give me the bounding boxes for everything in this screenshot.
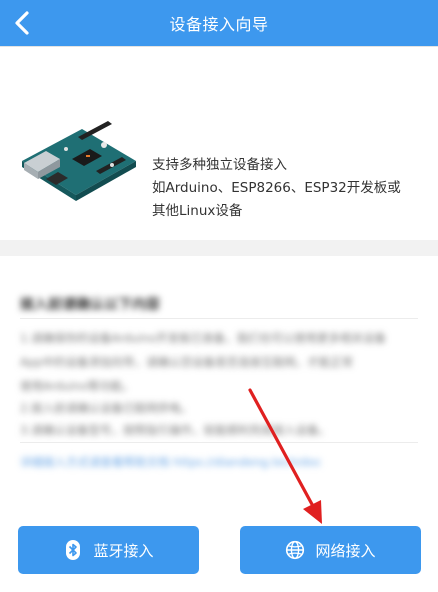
device-desc-line: 如Arduino、ESP8266、ESP32开发板或 [152,180,401,196]
chevron-left-icon [15,11,29,35]
info-line: 3.请确认设备型号，按照指引操作，就能顺利完成接入设备。 [20,423,330,437]
info-separator [20,318,418,319]
device-desc-line: 支持多种独立设备接入 [152,157,287,173]
bluetooth-connect-button[interactable]: 蓝牙接入 [18,526,199,574]
device-desc-line: 其他Linux设备 [152,203,243,219]
network-connect-button[interactable]: 网络接入 [240,526,421,574]
back-button[interactable] [6,6,40,40]
blurred-info-section: 接入前请确认以下内容 1.请确保你的设备Arduino开发板已准备，我们也可以使… [0,256,438,482]
network-button-label: 网络接入 [315,541,376,560]
device-description: 支持多种独立设备接入 如Arduino、ESP8266、ESP32开发板或 其他… [152,154,422,223]
info-line: 使用Arduino等功能。 [20,379,134,393]
globe-icon [285,540,305,560]
arduino-board-icon [22,121,136,201]
bluetooth-button-label: 蓝牙接入 [93,541,154,560]
blur-content: 接入前请确认以下内容 1.请确保你的设备Arduino开发板已准备，我们也可以使… [0,256,438,482]
device-intro-card: 支持多种独立设备接入 如Arduino、ESP8266、ESP32开发板或 其他… [0,47,438,240]
section-gap [0,240,438,256]
app-header: 设备接入向导 [0,0,438,46]
bluetooth-icon [63,540,83,560]
info-link-line[interactable]: 详细接入方式请查看帮助文档 https://diandeng.tech/doc [20,454,322,470]
info-line: App中的设备添加向导，请确认您设备是否连接互联网，才能正常 [20,355,353,369]
info-line: 1.请确保你的设备Arduino开发板已准备，我们也可以使用更多相关设备 [20,331,386,345]
info-separator [20,442,418,443]
info-title: 接入前请确认以下内容 [20,297,160,313]
page-title: 设备接入向导 [169,15,269,34]
info-line: 2.接入前请确认设备已联网供电。 [20,401,192,415]
